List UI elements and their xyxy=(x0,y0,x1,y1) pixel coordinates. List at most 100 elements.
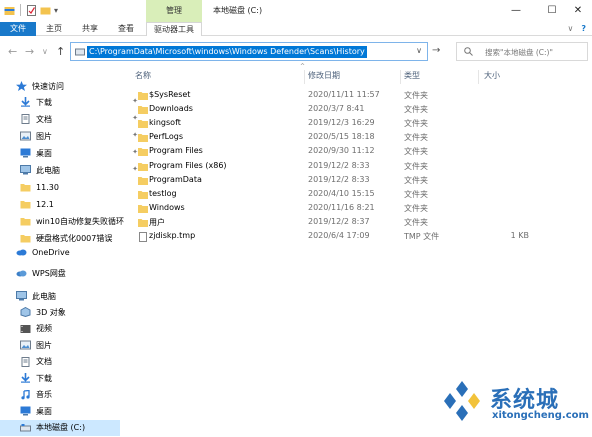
properties-icon[interactable] xyxy=(26,4,37,16)
file-type: 文件夹 xyxy=(404,203,428,213)
file-type: 文件夹 xyxy=(404,133,428,143)
address-bar-row: ← → ∨ ↑ C:\ProgramData\Microsoft\windows… xyxy=(0,36,592,68)
up-button[interactable]: ↑ xyxy=(56,45,65,58)
nav-item[interactable]: 文档 xyxy=(20,354,144,370)
file-row[interactable]: $SysReset 2020/11/11 11:57 文件夹 xyxy=(133,89,563,103)
nav-quick-access[interactable]: 快速访问 xyxy=(16,78,140,94)
file-row[interactable]: zjdiskp.tmp 2020/6/4 17:09 TMP 文件 1 KB xyxy=(133,230,563,244)
file-row[interactable]: Downloads 2020/3/7 8:41 文件夹 xyxy=(133,103,563,117)
drive-icon xyxy=(20,423,31,433)
pc-icon xyxy=(20,165,31,175)
nav-item[interactable]: 桌面 ✦ xyxy=(20,145,144,161)
forward-button[interactable]: → xyxy=(25,45,34,58)
nav-item[interactable]: 视频 xyxy=(20,321,144,337)
nav-item[interactable]: 图片 ✦ xyxy=(20,128,144,144)
nav-item[interactable]: 下载 ✦ xyxy=(20,94,144,110)
explorer-icon xyxy=(4,6,15,15)
file-row[interactable]: ProgramData 2019/12/2 8:33 文件夹 xyxy=(133,174,563,188)
column-header-size[interactable]: 大小 xyxy=(484,70,500,84)
nav-this-pc[interactable]: 此电脑 xyxy=(16,288,140,304)
folder-icon xyxy=(138,133,148,143)
nav-label: 下载 xyxy=(36,97,52,107)
column-header-type[interactable]: 类型 xyxy=(404,70,420,84)
folder-icon xyxy=(138,176,148,185)
manage-tab-label: 管理 xyxy=(166,6,182,15)
file-row[interactable]: Program Files 2020/9/30 11:12 文件夹 xyxy=(133,145,563,159)
file-type: 文件夹 xyxy=(404,217,428,227)
nav-item[interactable]: 文档 ✦ xyxy=(20,111,144,127)
nav-item[interactable]: 12.1 xyxy=(20,196,144,212)
help-icon[interactable]: ? xyxy=(581,24,586,33)
nav-label: 本地磁盘 (C:) xyxy=(36,423,86,432)
windows-logo-icon xyxy=(444,381,480,421)
file-date: 2019/12/2 8:33 xyxy=(308,174,370,184)
customize-qat-icon[interactable]: ▾ xyxy=(54,6,58,15)
nav-item[interactable]: 桌面 xyxy=(20,403,144,419)
folder-icon xyxy=(138,204,148,213)
manage-context-tab[interactable]: 管理 xyxy=(146,0,202,22)
address-dropdown-icon[interactable]: ∨ xyxy=(416,46,422,55)
expand-ribbon-icon[interactable]: ∨ xyxy=(568,24,574,33)
nav-label: 文档 xyxy=(36,357,52,366)
folder-icon xyxy=(138,218,148,227)
tab-drive-tools[interactable]: 驱动器工具 xyxy=(146,22,202,36)
column-divider[interactable] xyxy=(400,70,401,84)
search-box[interactable]: 搜索"本地磁盘 (C:)" xyxy=(456,42,588,61)
address-bar[interactable]: C:\ProgramData\Microsoft\windows\Windows… xyxy=(70,42,428,61)
folder-icon xyxy=(138,91,148,100)
file-date: 2020/11/16 8:21 xyxy=(308,202,375,212)
file-date: 2019/12/3 16:29 xyxy=(308,118,375,128)
go-button[interactable]: → xyxy=(432,45,440,56)
column-divider[interactable] xyxy=(304,70,305,84)
file-type: 文件夹 xyxy=(404,189,428,199)
tab-view[interactable]: 查看 xyxy=(112,22,140,36)
address-path[interactable]: C:\ProgramData\Microsoft\windows\Windows… xyxy=(87,46,367,58)
nav-label: 硬盘格式化0007错误 xyxy=(36,233,113,243)
folder-icon xyxy=(20,216,31,226)
column-header-name[interactable]: 名称 xyxy=(135,70,155,84)
nav-item[interactable]: win10自动修复失败循环 xyxy=(20,213,144,229)
nav-item[interactable]: 图片 xyxy=(20,337,144,353)
nav-item[interactable]: 3D 对象 xyxy=(20,304,144,320)
nav-label: OneDrive xyxy=(32,247,70,257)
navigation-pane: 快速访问 下载 ✦ 文档 ✦ 图片 ✦ 桌面 ✦ 此电脑 ✦ 11.30 12.1 win10自动修复失… xyxy=(0,68,138,437)
file-type: 文件夹 xyxy=(404,119,428,129)
minimize-button[interactable]: — xyxy=(496,0,536,22)
file-row[interactable]: Windows 2020/11/16 8:21 文件夹 xyxy=(133,202,563,216)
nav-item[interactable]: 音乐 xyxy=(20,387,144,403)
file-date: 2020/3/7 8:41 xyxy=(308,104,365,114)
nav-label: 文档 xyxy=(36,114,52,124)
column-divider[interactable] xyxy=(478,70,479,84)
tab-home[interactable]: 主页 xyxy=(40,22,68,36)
nav-label: 此电脑 xyxy=(36,165,60,175)
quick-access-toolbar: ▾ xyxy=(4,4,58,16)
file-date: 2020/11/11 11:57 xyxy=(308,90,380,99)
back-button[interactable]: ← xyxy=(8,45,17,58)
file-row[interactable]: PerfLogs 2020/5/15 18:18 文件夹 xyxy=(133,131,563,145)
nav-label: 此电脑 xyxy=(32,291,56,301)
nav-item[interactable]: 下载 xyxy=(20,370,144,386)
nav-item[interactable]: 此电脑 ✦ xyxy=(20,162,144,178)
tab-share[interactable]: 共享 xyxy=(76,22,104,36)
nav-label: 图片 xyxy=(36,340,52,350)
nav-wps-cloud[interactable]: WPS网盘 xyxy=(16,265,140,281)
new-folder-icon[interactable] xyxy=(40,5,51,16)
recent-locations-button[interactable]: ∨ xyxy=(42,47,48,56)
nav-onedrive[interactable]: OneDrive xyxy=(16,244,140,260)
star-icon xyxy=(16,81,27,91)
file-row[interactable]: kingsoft 2019/12/3 16:29 文件夹 xyxy=(133,117,563,131)
file-row[interactable]: 用户 2019/12/2 8:37 文件夹 xyxy=(133,216,563,230)
nav-item[interactable]: 本地磁盘 (C:) xyxy=(0,419,120,436)
folder-icon xyxy=(138,119,148,129)
column-header-date[interactable]: 修改日期 xyxy=(308,70,340,84)
folder-icon xyxy=(138,162,148,171)
cloud-icon xyxy=(16,270,27,277)
nav-label: 3D 对象 xyxy=(36,307,66,317)
nav-item[interactable]: 11.30 xyxy=(20,179,144,195)
picture-icon xyxy=(20,131,31,141)
file-row[interactable]: testlog 2020/4/10 15:15 文件夹 xyxy=(133,188,563,202)
close-button[interactable]: ✕ xyxy=(564,0,592,22)
tab-file[interactable]: 文件 xyxy=(0,22,36,36)
nav-label: 桌面 xyxy=(36,148,52,158)
file-row[interactable]: Program Files (x86) 2019/12/2 8:33 文件夹 xyxy=(133,160,563,174)
